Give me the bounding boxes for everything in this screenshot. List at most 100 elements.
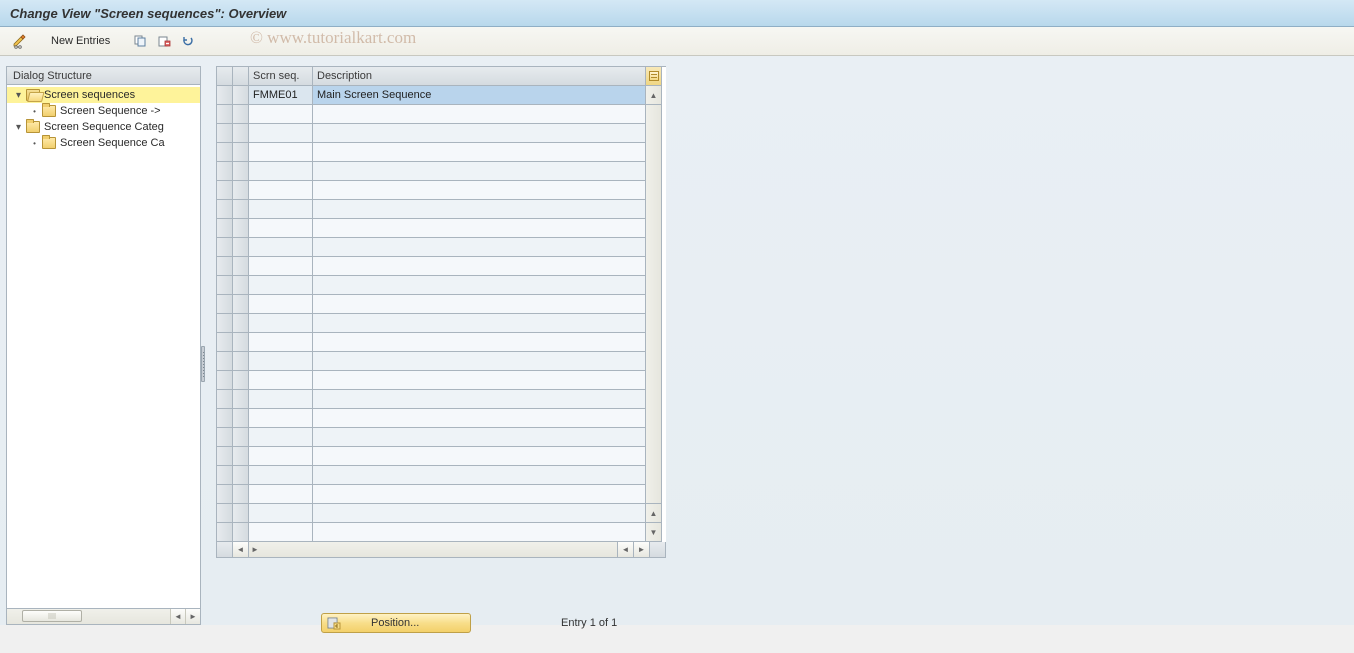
grid-cell-empty[interactable] xyxy=(249,257,313,276)
grid-cell-empty[interactable] xyxy=(313,409,646,428)
grid-cell-empty[interactable] xyxy=(313,504,646,523)
grid-row-marker[interactable] xyxy=(217,428,233,447)
column-header-description[interactable]: Description xyxy=(313,67,646,86)
grid-cell-empty[interactable] xyxy=(249,238,313,257)
grid-cell-empty[interactable] xyxy=(313,333,646,352)
grid-row-marker[interactable] xyxy=(217,409,233,428)
grid-cell-empty[interactable] xyxy=(313,219,646,238)
grid-row-marker[interactable] xyxy=(217,200,233,219)
grid-row-marker[interactable] xyxy=(217,257,233,276)
undo-button[interactable] xyxy=(177,31,199,51)
tree-node[interactable]: ▾Screen Sequence Categ xyxy=(7,119,200,135)
grid-row-selector[interactable] xyxy=(233,390,249,409)
grid-row-selector[interactable] xyxy=(233,447,249,466)
grid-row-marker[interactable] xyxy=(217,314,233,333)
grid-hscroll-right-inner[interactable]: ◄ xyxy=(618,542,634,558)
grid-row-marker[interactable] xyxy=(217,485,233,504)
grid-cell-empty[interactable] xyxy=(313,143,646,162)
grid-row-selector[interactable] xyxy=(233,333,249,352)
grid-row-selector[interactable] xyxy=(233,409,249,428)
grid-row-selector[interactable] xyxy=(233,276,249,295)
grid-cell-empty[interactable] xyxy=(249,162,313,181)
grid-hscroll-left-outer[interactable]: ◄ xyxy=(233,542,249,558)
grid-cell-empty[interactable] xyxy=(249,143,313,162)
grid-row-selector[interactable] xyxy=(233,200,249,219)
collapse-icon[interactable]: ▾ xyxy=(13,90,24,101)
grid-cell-empty[interactable] xyxy=(249,181,313,200)
grid-vscroll-up[interactable]: ▲ xyxy=(646,86,662,105)
dialog-structure-tree[interactable]: ▾Screen sequences•Screen Sequence ->▾Scr… xyxy=(6,85,201,609)
grid-cell-empty[interactable] xyxy=(249,314,313,333)
grid-cell-empty[interactable] xyxy=(313,181,646,200)
grid-cell-description[interactable]: Main Screen Sequence xyxy=(313,86,646,105)
grid-cell-empty[interactable] xyxy=(313,523,646,542)
grid-row-marker[interactable] xyxy=(217,105,233,124)
grid-cell-empty[interactable] xyxy=(249,485,313,504)
grid-row-marker[interactable] xyxy=(217,466,233,485)
grid-row-marker[interactable] xyxy=(217,162,233,181)
grid-row-marker[interactable] xyxy=(217,276,233,295)
grid-cell-empty[interactable] xyxy=(249,200,313,219)
grid-cell-empty[interactable] xyxy=(313,105,646,124)
grid-row-selector[interactable] xyxy=(233,105,249,124)
grid-cell-empty[interactable] xyxy=(313,466,646,485)
grid-row-selector[interactable] xyxy=(233,257,249,276)
grid-cell-empty[interactable] xyxy=(249,295,313,314)
grid-cell-empty[interactable] xyxy=(313,295,646,314)
grid-cell-empty[interactable] xyxy=(249,371,313,390)
grid-cell-empty[interactable] xyxy=(313,124,646,143)
grid-row-selector[interactable] xyxy=(233,485,249,504)
sidebar-hscroll-left[interactable]: ◄ xyxy=(170,609,185,624)
position-button[interactable]: Position... xyxy=(321,613,471,633)
grid-row-marker[interactable] xyxy=(217,143,233,162)
grid-vscroll-down[interactable]: ▼ xyxy=(646,523,662,542)
grid-row-selector[interactable] xyxy=(233,314,249,333)
grid-row-marker[interactable] xyxy=(217,124,233,143)
tree-node[interactable]: •Screen Sequence Ca xyxy=(7,135,200,151)
grid-cell-empty[interactable] xyxy=(249,523,313,542)
new-entries-button[interactable]: New Entries xyxy=(42,31,119,51)
grid-config-button[interactable] xyxy=(646,67,662,86)
grid-cell-empty[interactable] xyxy=(249,466,313,485)
grid-row-marker[interactable] xyxy=(217,352,233,371)
grid-row-selector[interactable] xyxy=(233,371,249,390)
grid-vscroll-spacer[interactable]: ▲ xyxy=(646,504,662,523)
grid-cell-empty[interactable] xyxy=(313,390,646,409)
grid-row-selector[interactable] xyxy=(233,428,249,447)
sidebar-hscroll-thumb[interactable] xyxy=(22,610,82,622)
delete-button[interactable] xyxy=(153,31,175,51)
grid-cell-empty[interactable] xyxy=(249,390,313,409)
grid-cell-empty[interactable] xyxy=(249,428,313,447)
grid-row-marker[interactable] xyxy=(217,523,233,542)
grid-row-selector[interactable] xyxy=(233,124,249,143)
grid-cell-empty[interactable] xyxy=(249,333,313,352)
grid-cell-empty[interactable] xyxy=(313,200,646,219)
grid-row-selector[interactable] xyxy=(233,504,249,523)
grid-cell-empty[interactable] xyxy=(249,105,313,124)
grid-row-selector[interactable] xyxy=(233,86,249,105)
splitter-handle[interactable] xyxy=(201,346,205,382)
grid-row-marker[interactable] xyxy=(217,181,233,200)
grid-row-selector[interactable] xyxy=(233,162,249,181)
tree-node[interactable]: ▾Screen sequences xyxy=(7,87,200,103)
grid-cell-empty[interactable] xyxy=(313,352,646,371)
grid-row-marker[interactable] xyxy=(217,219,233,238)
grid-cell-empty[interactable] xyxy=(249,447,313,466)
grid-hscroll-right-outer[interactable]: ► xyxy=(634,542,650,558)
grid-row-selector[interactable] xyxy=(233,238,249,257)
collapse-icon[interactable]: ▾ xyxy=(13,122,24,133)
grid-cell-empty[interactable] xyxy=(313,371,646,390)
grid-row-marker[interactable] xyxy=(217,86,233,105)
grid-cell-empty[interactable] xyxy=(249,352,313,371)
grid-cell-empty[interactable] xyxy=(313,428,646,447)
grid-hscroll-track[interactable]: ► xyxy=(249,542,618,558)
grid-cell-empty[interactable] xyxy=(313,485,646,504)
grid-row-selector[interactable] xyxy=(233,523,249,542)
sidebar-hscrollbar[interactable]: ◄ ► xyxy=(6,609,201,625)
grid-hscrollbar[interactable]: ◄ ► ◄ ► xyxy=(216,542,666,558)
grid-row-selector[interactable] xyxy=(233,181,249,200)
grid-cell-empty[interactable] xyxy=(313,162,646,181)
grid-cell-empty[interactable] xyxy=(249,219,313,238)
grid-cell-empty[interactable] xyxy=(249,504,313,523)
grid-cell-empty[interactable] xyxy=(313,238,646,257)
